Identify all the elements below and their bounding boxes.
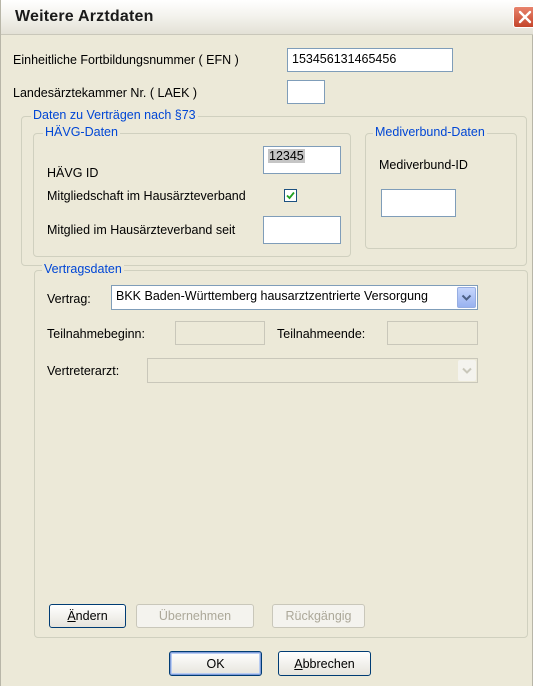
vertragsdaten-group-legend: Vertragsdaten [42,262,124,276]
chevron-down-icon [461,294,472,301]
member-since-label: Mitglied im Hausärzteverband seit [47,223,236,237]
efn-input[interactable]: 153456131465456 [287,48,453,72]
membership-checkbox[interactable] [284,189,297,202]
aendern-button-hotkey: Ä [67,609,76,623]
rueckgaengig-button[interactable]: Rückgängig [272,604,365,628]
haevg-group-legend: HÄVG-Daten [43,125,120,139]
contracts-group-legend: Daten zu Verträgen nach §73 [31,108,198,122]
vertreterarzt-label: Vertreterarzt: [47,364,120,378]
close-icon [518,10,532,24]
mediverbund-id-label: Mediverbund-ID [379,158,468,172]
vertrag-dropdown-button[interactable] [457,287,476,308]
laek-input[interactable] [287,80,325,104]
chevron-down-icon [462,367,472,374]
aendern-button-label: ndern [75,609,108,623]
abbrechen-button[interactable]: Abbrechen [278,651,371,676]
checkmark-icon [286,191,295,200]
vertrag-select[interactable]: BKK Baden-Württemberg hausarztzentrierte… [111,285,478,310]
mediverbund-id-input[interactable] [381,189,456,217]
vertrag-value: BKK Baden-Württemberg hausarztzentrierte… [116,289,428,303]
efn-label: Einheitliche Fortbildungsnummer ( EFN ) [13,53,239,67]
vertreterarzt-select[interactable] [147,358,478,383]
haevg-id-input[interactable]: 12345 [263,146,341,174]
abbrechen-button-hotkey: A [294,656,303,671]
mediverbund-group-legend: Mediverbund-Daten [373,125,487,139]
close-button[interactable] [513,6,533,28]
title-bar[interactable]: Weitere Arztdaten [1,0,533,35]
ok-button[interactable]: OK [169,651,262,676]
dialog-window: Weitere Arztdaten Einheitliche Fortbildu… [0,0,533,686]
aendern-button[interactable]: Ändern [49,604,126,628]
member-since-input[interactable] [263,216,341,244]
window-title: Weitere Arztdaten [15,8,154,25]
abbrechen-button-label: bbrechen [302,656,355,671]
haevg-id-label: HÄVG ID [47,166,99,180]
teilnahmeende-input[interactable] [387,321,478,345]
haevg-id-value: 12345 [268,149,305,163]
uebernehmen-button[interactable]: Übernehmen [136,604,254,628]
vertrag-label: Vertrag: [47,292,91,306]
laek-label: Landesärztekammer Nr. ( LAEK ) [13,86,198,100]
teilnahmebeginn-input[interactable] [175,321,265,345]
teilnahmebeginn-label: Teilnahmebeginn: [47,327,145,341]
vertreterarzt-dropdown-button[interactable] [458,360,476,381]
membership-label: Mitgliedschaft im Hausärzteverband [47,189,246,203]
teilnahmeende-label: Teilnahmeende: [277,327,366,341]
